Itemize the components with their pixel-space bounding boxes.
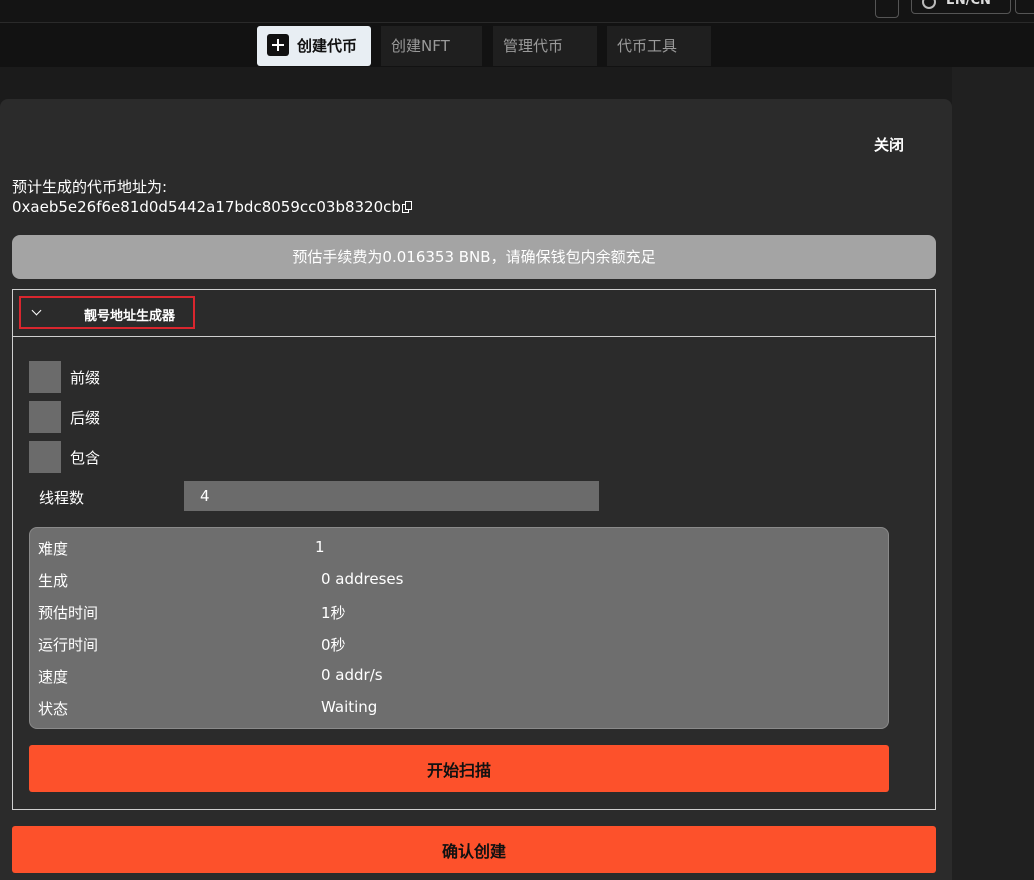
stat-label: 难度: [38, 540, 69, 558]
stat-label: 运行时间: [38, 636, 99, 654]
stat-value: Waiting: [321, 698, 378, 716]
stat-value: 0 addr/s: [321, 666, 383, 684]
menu-button[interactable]: [875, 0, 899, 18]
language-label: EN/CN: [946, 0, 991, 8]
globe-icon: [922, 0, 936, 9]
contains-checkbox[interactable]: [29, 441, 61, 473]
stat-status: 状态 Waiting: [38, 698, 878, 722]
stat-value: 1秒: [321, 604, 346, 622]
vanity-title: 靓号地址生成器: [84, 309, 176, 324]
tab-label: 管理代币: [503, 37, 564, 55]
chevron-down-icon: [31, 305, 42, 316]
suffix-label: 后缀: [70, 409, 101, 427]
stat-estimated-time: 预估时间 1秒: [38, 602, 878, 626]
stat-run-time: 运行时间 0秒: [38, 634, 878, 658]
tab-manage-token[interactable]: 管理代币: [493, 26, 597, 66]
stat-label: 生成: [38, 572, 69, 590]
stat-value: 0 addreses: [321, 570, 404, 588]
address-row: 0xaeb5e26f6e81d0d5442a17bdc8059cc03b8320…: [12, 198, 413, 216]
address-label: 预计生成的代币地址为:: [12, 178, 168, 196]
stat-value: 0秒: [321, 636, 346, 654]
prefix-label: 前缀: [70, 369, 101, 387]
stat-generated: 生成 0 addreses: [38, 570, 878, 594]
tab-token-tools[interactable]: 代币工具: [607, 26, 711, 66]
top-bar: EN/CN: [0, 0, 1034, 23]
confirm-create-button[interactable]: 确认创建: [12, 826, 936, 873]
tab-bar: 创建代币 创建NFT 管理代币 代币工具: [0, 23, 1034, 67]
stats-panel: 难度 1 生成 0 addreses 预估时间 1秒 运行时间 0秒 速度 0 …: [29, 527, 889, 729]
right-sidebar: [952, 67, 1034, 880]
threads-input[interactable]: [184, 481, 599, 511]
backdrop: [0, 67, 952, 100]
vanity-header: 靓号地址生成器: [13, 290, 935, 337]
threads-label: 线程数: [39, 489, 85, 507]
stat-speed: 速度 0 addr/s: [38, 666, 878, 690]
plus-square-icon: [267, 34, 289, 56]
language-switch-button[interactable]: EN/CN: [911, 0, 1011, 14]
suffix-checkbox[interactable]: [29, 401, 61, 433]
wallet-button[interactable]: [1015, 0, 1034, 14]
start-scan-button[interactable]: 开始扫描: [29, 745, 889, 792]
vanity-toggle[interactable]: 靓号地址生成器: [19, 296, 195, 329]
copy-icon[interactable]: [401, 201, 413, 214]
stat-label: 预估时间: [38, 604, 99, 622]
predicted-address: 0xaeb5e26f6e81d0d5442a17bdc8059cc03b8320…: [12, 198, 401, 216]
stat-difficulty: 难度 1: [38, 538, 878, 562]
stat-label: 速度: [38, 668, 69, 686]
fee-notice: 预估手续费为0.016353 BNB，请确保钱包内余额充足: [12, 235, 936, 279]
tab-create-nft[interactable]: 创建NFT: [381, 26, 482, 66]
tab-label: 代币工具: [617, 37, 678, 55]
tab-label: 创建NFT: [391, 37, 450, 55]
tab-create-token[interactable]: 创建代币: [257, 26, 371, 66]
close-button[interactable]: 关闭: [874, 134, 904, 155]
stat-label: 状态: [38, 700, 69, 718]
stat-value: 1: [315, 538, 325, 556]
prefix-checkbox[interactable]: [29, 361, 61, 393]
tab-label: 创建代币: [297, 37, 358, 55]
contains-label: 包含: [70, 449, 101, 467]
